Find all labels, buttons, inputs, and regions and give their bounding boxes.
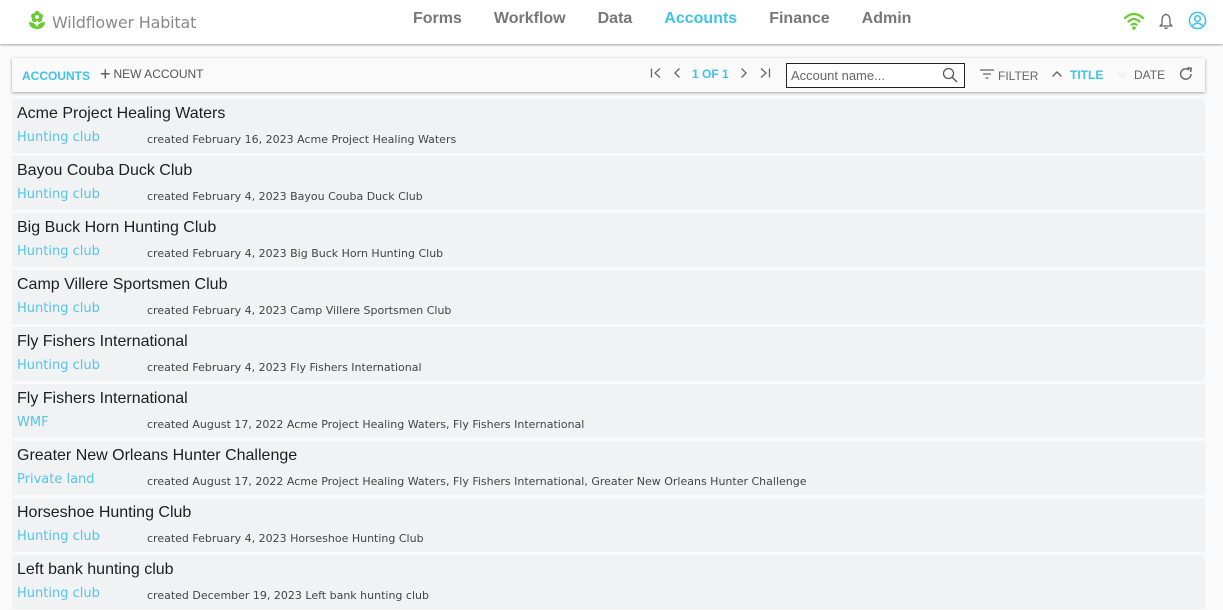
account-meta: created February 4, 2023 Fly Fishers Int… [147,361,422,374]
account-type[interactable]: WMF [17,415,49,430]
account-row[interactable]: Fly Fishers International WMF created Au… [12,384,1205,438]
account-type[interactable]: Private land [17,472,95,487]
account-meta: created February 4, 2023 Horseshoe Hunti… [147,532,424,545]
account-row[interactable]: Camp Villere Sportsmen Club Hunting club… [12,270,1205,324]
nav-accounts[interactable]: Accounts [664,10,737,28]
nav-forms[interactable]: Forms [413,10,462,28]
account-name[interactable]: Big Buck Horn Hunting Club [17,219,216,237]
filter-label: FILTER [998,68,1039,83]
account-row[interactable]: Acme Project Healing Waters Hunting club… [12,99,1205,153]
account-meta: created December 19, 2023 Left bank hunt… [147,589,429,602]
page-indicator: 1 OF 1 [692,67,729,81]
nav-data[interactable]: Data [598,10,633,28]
user-account-icon[interactable] [1188,11,1207,30]
account-type[interactable]: Hunting club [17,301,100,316]
sort-title-label: TITLE [1070,68,1104,82]
account-search [786,63,965,88]
account-row[interactable]: Greater New Orleans Hunter Challenge Pri… [12,441,1205,495]
wifi-icon[interactable] [1124,12,1144,30]
sort-by-date-button[interactable]: DATE [1116,68,1165,82]
account-name[interactable]: Bayou Couba Duck Club [17,162,192,180]
account-name[interactable]: Greater New Orleans Hunter Challenge [17,447,297,465]
account-name[interactable]: Fly Fishers International [17,390,188,408]
app-title: Wildflower Habitat [52,13,197,32]
filter-icon [979,68,998,83]
account-name[interactable]: Left bank hunting club [17,561,174,579]
account-type[interactable]: Hunting club [17,586,100,601]
account-row[interactable]: Horseshoe Hunting Club Hunting club crea… [12,498,1205,552]
new-account-label: NEW ACCOUNT [113,67,204,81]
chevron-up-icon [1051,68,1070,82]
account-type[interactable]: Hunting club [17,130,100,145]
account-row[interactable]: Fly Fishers International Hunting club c… [12,327,1205,381]
plus-icon: + [100,64,111,84]
prev-page-icon[interactable] [672,67,682,81]
account-meta: created February 4, 2023 Bayou Couba Duc… [147,190,423,203]
account-row[interactable]: Big Buck Horn Hunting Club Hunting club … [12,213,1205,267]
sort-by-title-button[interactable]: TITLE [1051,68,1103,82]
refresh-icon[interactable] [1178,66,1194,87]
new-account-button[interactable]: + NEW ACCOUNT [100,64,204,84]
account-name[interactable]: Fly Fishers International [17,333,188,351]
account-type[interactable]: Hunting club [17,187,100,202]
next-page-icon[interactable] [739,67,749,81]
chevron-down-icon [1116,68,1134,82]
account-type[interactable]: Hunting club [17,358,100,373]
filter-button[interactable]: FILTER [979,68,1038,83]
account-type[interactable]: Hunting club [17,529,100,544]
brand[interactable]: Wildflower Habitat [28,10,196,35]
nav-admin[interactable]: Admin [862,10,912,28]
account-meta: created February 16, 2023 Acme Project H… [147,133,457,146]
nav-finance[interactable]: Finance [769,10,829,28]
account-list: Acme Project Healing Waters Hunting club… [12,99,1205,610]
account-meta: created August 17, 2022 Acme Project Hea… [147,475,807,488]
top-icons [1110,11,1207,30]
account-row[interactable]: Bayou Couba Duck Club Hunting club creat… [12,156,1205,210]
top-app-bar: Wildflower Habitat Forms Workflow Data A… [0,0,1223,44]
account-name[interactable]: Acme Project Healing Waters [17,105,225,123]
account-meta: created August 17, 2022 Acme Project Hea… [147,418,585,431]
account-meta: created February 4, 2023 Camp Villere Sp… [147,304,452,317]
last-page-icon[interactable] [759,67,771,81]
flower-icon [28,10,46,35]
bell-icon[interactable] [1158,12,1174,30]
account-name[interactable]: Camp Villere Sportsmen Club [17,276,227,294]
account-row[interactable]: Left bank hunting club Hunting club crea… [12,555,1205,609]
pagination: 1 OF 1 [650,67,781,81]
account-type[interactable]: Hunting club [17,244,100,259]
account-name[interactable]: Horseshoe Hunting Club [17,504,191,522]
account-meta: created February 4, 2023 Big Buck Horn H… [147,247,444,260]
account-name-input[interactable] [787,64,937,87]
section-label[interactable]: ACCOUNTS [22,69,90,83]
first-page-icon[interactable] [650,67,662,81]
accounts-toolbar: ACCOUNTS + NEW ACCOUNT 1 OF 1 FILTER [12,58,1205,92]
nav-workflow[interactable]: Workflow [494,10,566,28]
search-icon[interactable] [942,67,958,88]
sort-date-label: DATE [1134,68,1166,82]
main-nav: Forms Workflow Data Accounts Finance Adm… [413,10,943,28]
